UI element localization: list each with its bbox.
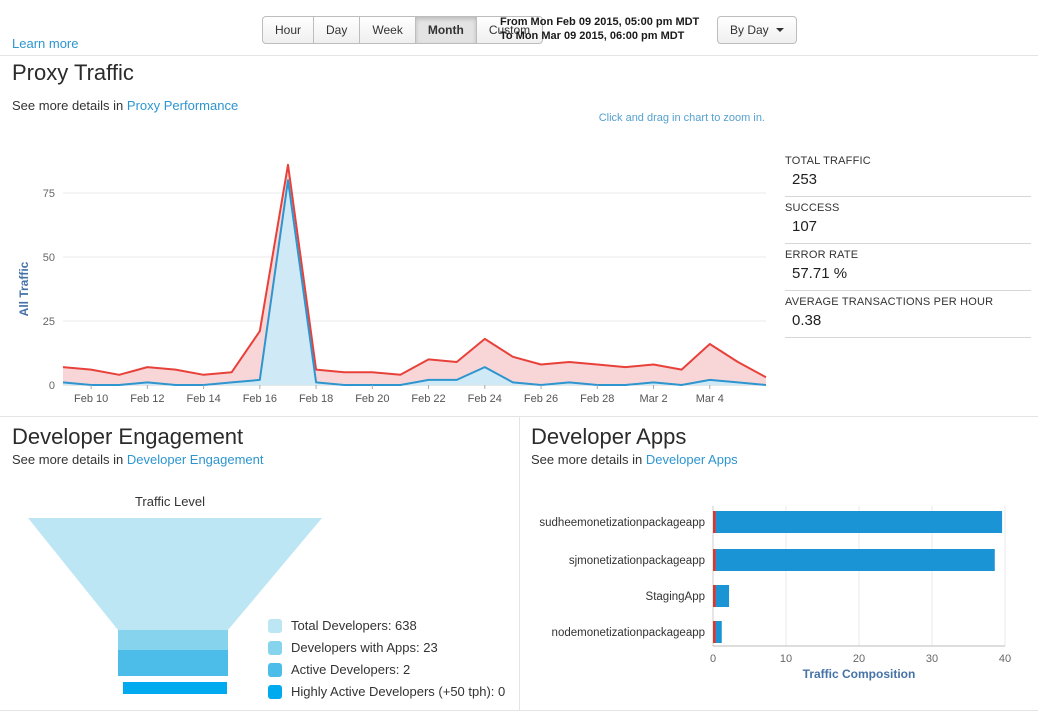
funnel-title: Traffic Level (20, 494, 320, 509)
legend-label: Developers with Apps: 23 (291, 640, 438, 655)
developer-engagement-title: Developer Engagement (12, 424, 243, 450)
legend-swatch (268, 663, 282, 677)
svg-text:Feb 10: Feb 10 (74, 393, 108, 405)
legend-label: Highly Active Developers (+50 tph): 0 (291, 684, 505, 699)
bottom-divider (0, 710, 1038, 711)
legend-swatch (268, 619, 282, 633)
legend-item-developers-with-apps: Developers with Apps: 23 (268, 640, 505, 655)
stat-error-rate: ERROR RATE 57.71 % (785, 244, 1031, 291)
proxy-traffic-title: Proxy Traffic (12, 60, 134, 86)
legend-item-active-developers: Active Developers: 2 (268, 662, 505, 677)
developer-apps-link[interactable]: Developer Apps (646, 452, 738, 467)
svg-text:StagingApp: StagingApp (646, 591, 705, 603)
analytics-dashboard: Learn more Hour Day Week Month Custom Fr… (0, 0, 1038, 717)
zoom-hint: Click and drag in chart to zoom in. (599, 112, 765, 124)
proxy-traffic-stats: TOTAL TRAFFIC 253 SUCCESS 107 ERROR RATE… (785, 150, 1031, 338)
svg-text:40: 40 (999, 653, 1011, 665)
svg-text:20: 20 (853, 653, 865, 665)
svg-text:Feb 16: Feb 16 (243, 393, 277, 405)
stat-value: 107 (785, 214, 1031, 235)
svg-text:Traffic Composition: Traffic Composition (803, 667, 916, 681)
legend-item-highly-active-developers: Highly Active Developers (+50 tph): 0 (268, 684, 505, 699)
svg-text:Feb 14: Feb 14 (186, 393, 220, 405)
granularity-dropdown-label: By Day (730, 23, 769, 37)
learn-more-link[interactable]: Learn more (12, 36, 78, 51)
date-range: From Mon Feb 09 2015, 05:00 pm MDT To Mo… (500, 15, 699, 43)
svg-text:75: 75 (43, 188, 55, 200)
developer-apps-subtitle: See more details in Developer Apps (531, 452, 738, 467)
svg-text:Feb 12: Feb 12 (130, 393, 164, 405)
subtitle-text: See more details in (12, 452, 127, 467)
legend-label: Active Developers: 2 (291, 662, 410, 677)
proxy-traffic-chart[interactable]: 0 25 50 75 Feb 10 Feb 12 Feb 14 Feb 16 Feb 18 Feb… (8, 133, 778, 408)
range-button-week[interactable]: Week (359, 16, 415, 44)
caret-down-icon (776, 28, 784, 32)
svg-text:50: 50 (43, 252, 55, 264)
svg-text:10: 10 (780, 653, 792, 665)
svg-text:Feb 26: Feb 26 (524, 393, 558, 405)
stat-value: 0.38 (785, 308, 1031, 329)
stat-label: SUCCESS (785, 202, 1031, 214)
stat-total-traffic: TOTAL TRAFFIC 253 (785, 150, 1031, 197)
stat-avg-tph: AVERAGE TRANSACTIONS PER HOUR 0.38 (785, 291, 1031, 338)
legend-item-total-developers: Total Developers: 638 (268, 618, 505, 633)
developer-engagement-subtitle: See more details in Developer Engagement (12, 452, 264, 467)
stat-label: TOTAL TRAFFIC (785, 155, 1031, 167)
granularity-dropdown[interactable]: By Day (717, 16, 797, 44)
svg-text:Feb 18: Feb 18 (299, 393, 333, 405)
svg-text:Feb 22: Feb 22 (411, 393, 445, 405)
column-divider (519, 416, 520, 710)
stat-success: SUCCESS 107 (785, 197, 1031, 244)
svg-text:Mar 4: Mar 4 (696, 393, 724, 405)
stat-value: 57.71 % (785, 261, 1031, 282)
date-range-from: From Mon Feb 09 2015, 05:00 pm MDT (500, 15, 699, 29)
svg-text:Mar 2: Mar 2 (639, 393, 667, 405)
svg-text:0: 0 (710, 653, 716, 665)
proxy-traffic-subtitle: See more details in Proxy Performance (12, 98, 238, 113)
range-button-hour[interactable]: Hour (262, 16, 314, 44)
funnel-legend: Total Developers: 638 Developers with Ap… (268, 618, 505, 706)
developer-apps-title: Developer Apps (531, 424, 686, 450)
svg-text:Feb 24: Feb 24 (468, 393, 502, 405)
stat-value: 253 (785, 167, 1031, 188)
legend-swatch (268, 685, 282, 699)
svg-text:Feb 20: Feb 20 (355, 393, 389, 405)
svg-text:Feb 28: Feb 28 (580, 393, 614, 405)
top-bar: Learn more Hour Day Week Month Custom Fr… (0, 0, 1038, 56)
range-button-month[interactable]: Month (415, 16, 477, 44)
legend-swatch (268, 641, 282, 655)
developer-engagement-link[interactable]: Developer Engagement (127, 452, 264, 467)
stat-label: ERROR RATE (785, 249, 1031, 261)
subtitle-text: See more details in (12, 98, 127, 113)
legend-label: Total Developers: 638 (291, 618, 417, 633)
date-range-to: To Mon Mar 09 2015, 06:00 pm MDT (500, 29, 699, 43)
svg-text:All Traffic: All Traffic (17, 261, 31, 316)
stat-label: AVERAGE TRANSACTIONS PER HOUR (785, 296, 1031, 308)
svg-text:30: 30 (926, 653, 938, 665)
range-button-day[interactable]: Day (313, 16, 360, 44)
svg-text:0: 0 (49, 380, 55, 392)
svg-text:sjmonetizationpackageapp: sjmonetizationpackageapp (569, 555, 705, 567)
proxy-performance-link[interactable]: Proxy Performance (127, 98, 238, 113)
svg-text:25: 25 (43, 316, 55, 328)
svg-text:nodemonetizationpackageapp: nodemonetizationpackageapp (552, 627, 705, 639)
subtitle-text: See more details in (531, 452, 646, 467)
developer-apps-bar-chart: 0 10 20 30 40 sudheemonetizationpackageapp sjm… (525, 500, 1030, 695)
svg-text:sudheemonetizationpackageapp: sudheemonetizationpackageapp (539, 517, 705, 529)
